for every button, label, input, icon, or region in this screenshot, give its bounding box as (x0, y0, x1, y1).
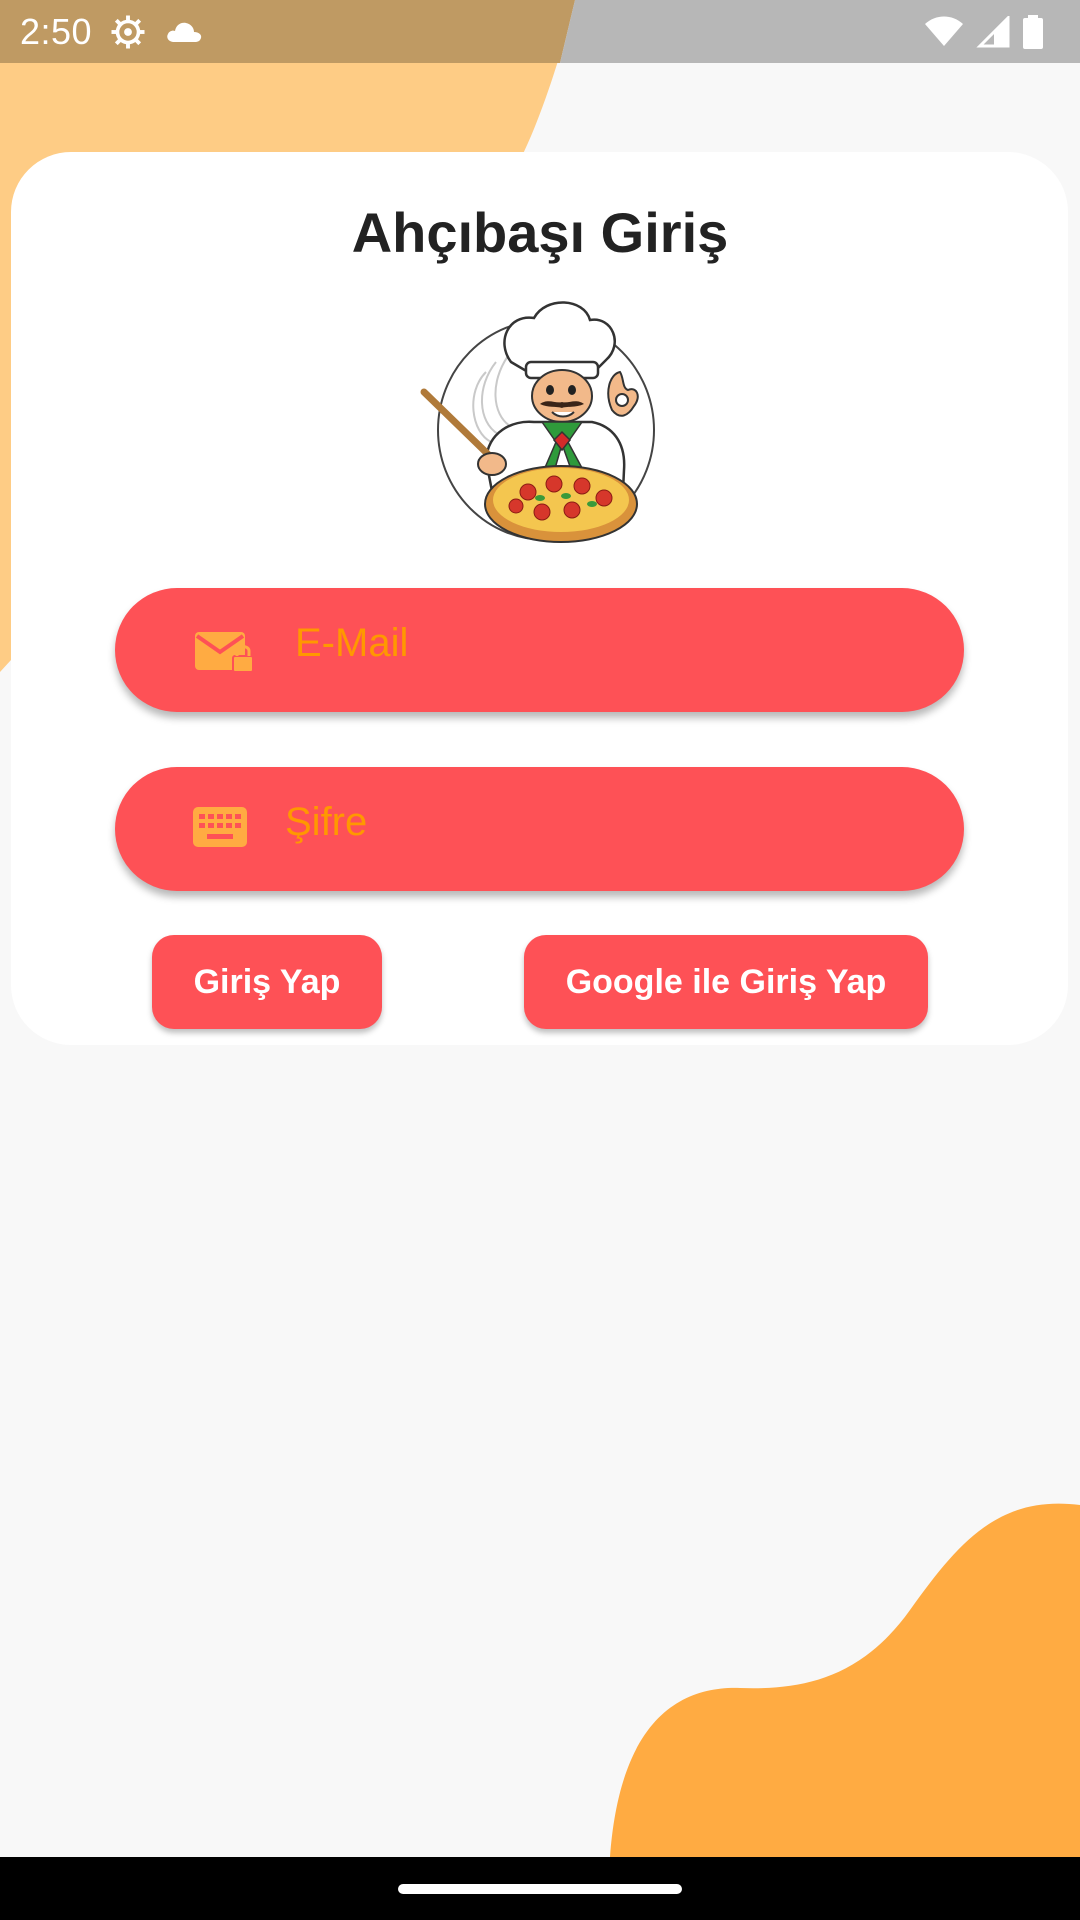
status-bar: 2:50 (0, 0, 1080, 63)
wifi-icon (925, 16, 963, 46)
email-field[interactable] (115, 588, 964, 712)
keyboard-icon (193, 807, 247, 847)
page-title: Ahçıbaşı Giriş (351, 201, 729, 264)
password-field[interactable] (115, 767, 964, 891)
password-input[interactable] (283, 789, 847, 855)
home-gesture-handle[interactable] (398, 1884, 682, 1894)
navigation-bar (0, 1857, 1080, 1920)
battery-icon (1023, 14, 1043, 49)
chef-pizza-image (420, 301, 655, 543)
bottom-right-blob (610, 1503, 1080, 1857)
mail-lock-icon (195, 632, 254, 673)
email-input[interactable] (293, 610, 857, 676)
settings-icon (111, 15, 145, 48)
signal-icon (976, 15, 1010, 47)
status-time: 2:50 (20, 10, 93, 52)
cloud-icon (167, 22, 202, 42)
google-login-button[interactable]: Google ile Giriş Yap (524, 935, 928, 1029)
login-button[interactable]: Giriş Yap (152, 935, 382, 1029)
